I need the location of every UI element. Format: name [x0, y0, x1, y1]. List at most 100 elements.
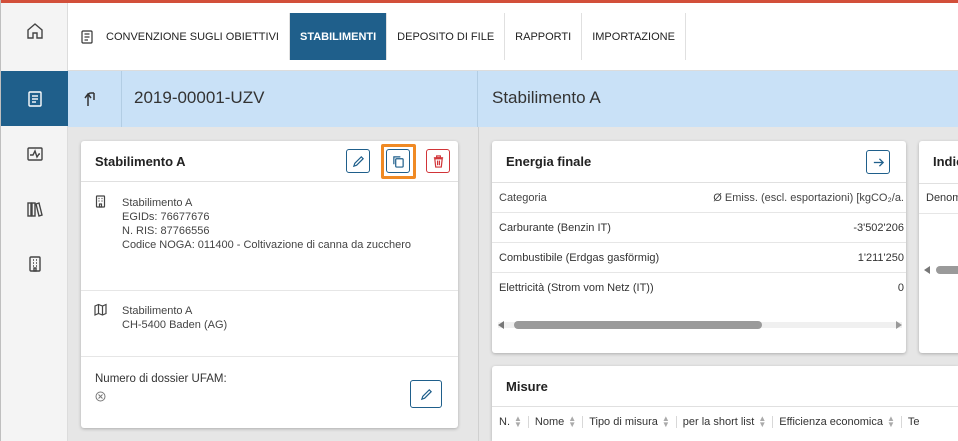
divider	[919, 213, 958, 214]
map-icon	[94, 303, 107, 316]
case-id: 2019-00001-UZV	[134, 88, 265, 107]
table-row[interactable]: Elettricità (Strom vom Netz (IT)) 0	[492, 273, 906, 303]
copy-button-highlight	[381, 144, 416, 179]
column-label: Nome	[534, 416, 565, 428]
scrollbar-thumb[interactable]	[936, 266, 958, 274]
table-row[interactable]: Combustibile (Erdgas gasförmig) 1'211'25…	[492, 243, 906, 273]
column-label: per la short list	[682, 416, 755, 428]
divider	[492, 406, 958, 407]
table-row[interactable]: Carburante (Benzin IT) -3'502'206	[492, 213, 906, 243]
tab-label: RAPPORTI	[515, 30, 572, 43]
site-title: Stabilimento A	[492, 88, 601, 107]
document-icon	[81, 29, 93, 44]
site-address-section: Stabilimento A CH-5400 Baden (AG)	[81, 291, 458, 357]
energy-card-header: Energia finale	[492, 141, 906, 183]
measures-table-header: N. ▲ ▼ Nome ▲ ▼ Tipo di misura ▲ ▼ per la shor…	[499, 414, 932, 429]
home-icon	[26, 22, 43, 39]
row-value: 1'211'250	[857, 252, 904, 264]
rail-buildings[interactable]	[1, 236, 68, 291]
column-label: Efficienza economica	[779, 416, 883, 428]
empty-value-icon	[95, 391, 106, 402]
site-egids: EGIDs: 76677676	[122, 211, 210, 223]
edit-site-button[interactable]	[346, 149, 370, 173]
document-icon	[27, 90, 42, 107]
header-divider	[477, 71, 478, 127]
column-header-name[interactable]: Denominazione	[926, 192, 958, 204]
indicator-card-title: Indicatori	[933, 154, 958, 169]
horizontal-scrollbar[interactable]	[924, 266, 958, 274]
row-value: 0	[897, 282, 904, 294]
column-header-short-list[interactable]: per la short list ▲ ▼	[682, 414, 774, 429]
tab-label: STABILIMENTI	[299, 30, 377, 43]
delete-site-button[interactable]	[426, 149, 450, 173]
column-header-name[interactable]: Nome ▲ ▼	[534, 414, 584, 429]
site-card-header: Stabilimento A	[81, 141, 458, 182]
site-address: Stabilimento A CH-5400 Baden (AG)	[122, 304, 227, 332]
column-header-category[interactable]: Categoria	[499, 192, 547, 204]
tab-label: IMPORTAZIONE	[592, 30, 675, 43]
trash-icon	[433, 154, 443, 168]
column-header-emissions[interactable]: Ø Emiss. (escl. esportazioni) [kgCO₂/a.	[713, 192, 904, 204]
table-header: Categoria Ø Emiss. (escl. esportazioni) …	[492, 183, 906, 213]
rail-library[interactable]	[1, 181, 68, 236]
rail-monitoring[interactable]	[1, 126, 68, 181]
measures-card: Misure N. ▲ ▼ Nome ▲ ▼ Tipo di misura ▲ ▼ per …	[492, 366, 958, 441]
back-arrow-icon[interactable]	[80, 88, 102, 110]
tab-file-repository[interactable]: DEPOSITO DI FILE	[387, 13, 506, 60]
rail-home[interactable]	[1, 3, 68, 58]
sort-icon: ▲ ▼	[514, 414, 522, 429]
sort-icon: ▲ ▼	[886, 414, 895, 429]
edit-dossier-button[interactable]	[410, 380, 442, 408]
dossier-label: Numero di dossier UFAM:	[95, 373, 227, 385]
address-city: CH-5400 Baden (AG)	[122, 319, 228, 331]
left-rail	[1, 3, 68, 441]
column-label: N.	[499, 416, 510, 428]
tab-target-agreement[interactable]: CONVENZIONE SUGLI OBIETTIVI	[68, 13, 290, 60]
open-energy-button[interactable]	[866, 150, 890, 174]
top-navigation: CONVENZIONE SUGLI OBIETTIVI STABILIMENTI…	[68, 3, 958, 71]
column-header-truncated[interactable]: Te	[908, 416, 926, 428]
sort-icon: ▲ ▼	[568, 414, 577, 429]
row-category: Elettricità (Strom vom Netz (IT))	[499, 282, 654, 294]
scroll-left-arrow-icon[interactable]	[924, 266, 930, 274]
column-header-number[interactable]: N. ▲ ▼	[499, 414, 529, 429]
column-header-measure-type[interactable]: Tipo di misura ▲ ▼	[589, 414, 677, 429]
tab-reports[interactable]: RAPPORTI	[505, 13, 583, 60]
energy-card-title: Energia finale	[506, 154, 592, 169]
sort-icon: ▲ ▼	[758, 414, 767, 429]
site-noga-code: Codice NOGA: 011400 - Coltivazione di ca…	[122, 239, 412, 251]
pencil-icon	[352, 155, 364, 167]
site-name: Stabilimento A	[122, 197, 193, 209]
column-label: Te	[907, 416, 920, 428]
energy-table: Categoria Ø Emiss. (escl. esportazioni) …	[492, 183, 906, 303]
tab-sites[interactable]: STABILIMENTI	[289, 13, 388, 60]
site-card-title: Stabilimento A	[95, 154, 186, 169]
column-label: Tipo di misura	[589, 416, 658, 428]
sort-icon: ▲ ▼	[661, 414, 670, 429]
site-card: Stabilimento A Stabilimento A EGIDs: 766…	[81, 141, 458, 428]
building-icon	[95, 195, 106, 208]
library-icon	[26, 201, 43, 217]
tab-label: DEPOSITO DI FILE	[397, 30, 495, 43]
header-divider	[121, 71, 122, 127]
measures-card-title: Misure	[506, 379, 548, 394]
scrollbar-thumb[interactable]	[514, 321, 762, 329]
column-header-economic-efficiency[interactable]: Efficienza economica ▲ ▼	[779, 414, 902, 429]
row-value: -3'502'206	[853, 222, 904, 234]
horizontal-scrollbar[interactable]	[498, 321, 902, 329]
scroll-right-arrow-icon[interactable]	[896, 321, 902, 329]
arrow-right-icon	[873, 157, 884, 167]
address-name: Stabilimento A	[122, 305, 193, 317]
row-category: Combustibile (Erdgas gasförmig)	[499, 252, 660, 264]
scroll-left-arrow-icon[interactable]	[498, 321, 504, 329]
rail-documents[interactable]	[1, 71, 68, 126]
chart-icon	[26, 146, 43, 161]
tab-label: CONVENZIONE SUGLI OBIETTIVI	[106, 30, 279, 43]
row-category: Carburante (Benzin IT)	[499, 222, 611, 234]
context-header: 2019-00001-UZV Stabilimento A	[68, 71, 958, 127]
building-icon	[28, 255, 41, 272]
tab-import[interactable]: IMPORTAZIONE	[582, 13, 686, 60]
site-details-section: Stabilimento A EGIDs: 76677676 N. RIS: 8…	[81, 183, 458, 291]
indicator-card: Indicatori Denominazione	[919, 141, 958, 353]
dossier-section: Numero di dossier UFAM:	[81, 357, 458, 428]
